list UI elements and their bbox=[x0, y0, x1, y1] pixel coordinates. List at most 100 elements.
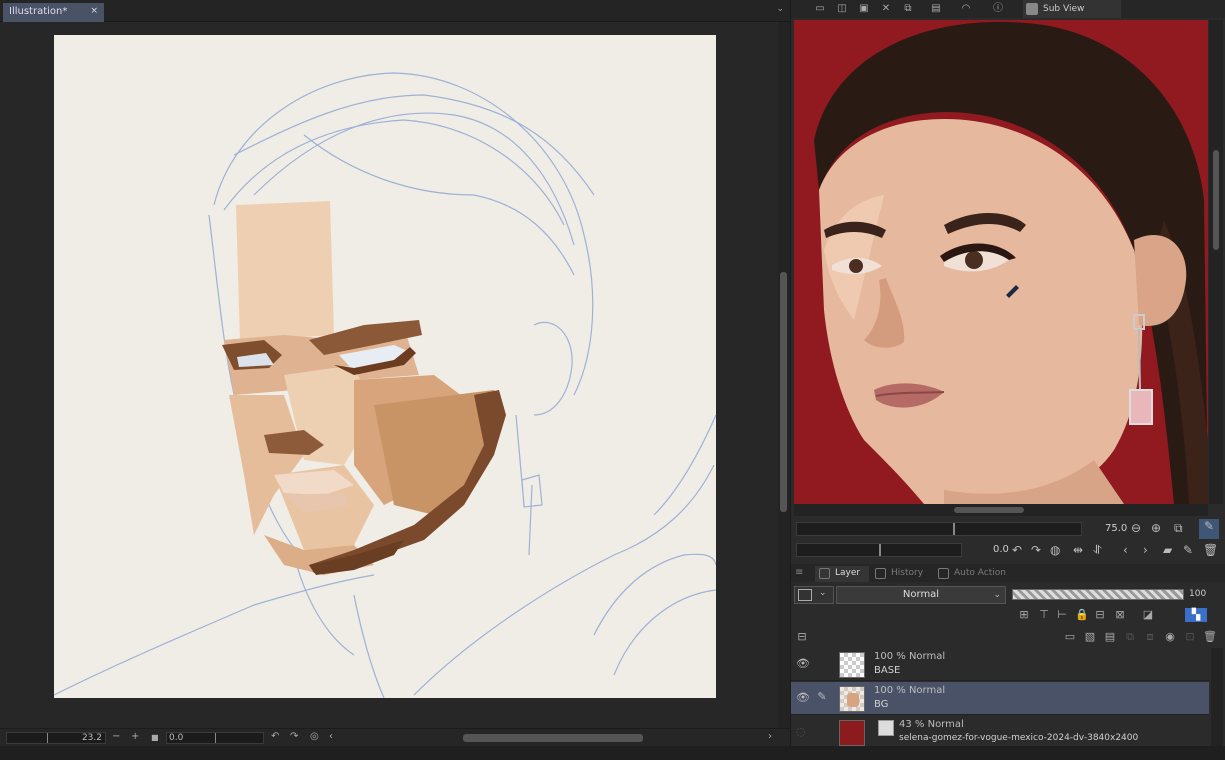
layer-mask-icon[interactable]: ◉ bbox=[1163, 630, 1177, 644]
tab-auto-action[interactable]: Auto Action bbox=[934, 566, 1014, 582]
subview-rotate-slider[interactable] bbox=[796, 543, 962, 557]
opacity-slider[interactable] bbox=[1012, 589, 1184, 600]
pen-icon[interactable]: ✎ bbox=[815, 690, 829, 704]
tab-layer[interactable]: Layer bbox=[815, 566, 869, 582]
layer-name: BG bbox=[874, 699, 889, 710]
merge-down-icon[interactable]: ⧈ bbox=[1143, 630, 1157, 644]
rotate-right-icon[interactable]: ↷ bbox=[290, 731, 298, 742]
rotate-left-icon[interactable]: ↶ bbox=[271, 731, 279, 742]
layer-row-bg[interactable]: 👁 ✎ 100 % Normal BG bbox=[791, 682, 1209, 715]
slider-knob[interactable] bbox=[879, 544, 881, 556]
reset-rotation-icon[interactable]: ◍ bbox=[1050, 543, 1060, 557]
layer-thumbnail bbox=[839, 652, 865, 678]
trash-icon[interactable]: 🗑 bbox=[1203, 543, 1218, 557]
layer-edit-slot[interactable] bbox=[815, 656, 829, 670]
layer-list: 👁 100 % Normal BASE 👁 ✎ 100 % Normal BG … bbox=[791, 648, 1225, 749]
next-image-icon[interactable]: › bbox=[1143, 543, 1148, 557]
fit-view-icon[interactable]: ⧉ bbox=[1174, 521, 1183, 536]
layer-thumbnail bbox=[839, 686, 865, 712]
zoom-in-icon[interactable]: ⊕ bbox=[1151, 521, 1161, 535]
navigator-icon[interactable]: ◠ bbox=[959, 2, 973, 16]
apply-mask-icon[interactable]: ⊡ bbox=[1183, 630, 1197, 644]
lock-transparency-icon[interactable]: ⊟ bbox=[1093, 608, 1107, 622]
rotate-right-icon[interactable]: ↷ bbox=[1031, 543, 1041, 557]
flip-icon[interactable]: ‹ bbox=[329, 731, 333, 742]
layer-row-reference[interactable]: ◌ 43 % Normal selena-gomez-for-vogue-mex… bbox=[791, 716, 1209, 749]
flip-vertical-icon[interactable]: ⥯ bbox=[1093, 543, 1102, 558]
zoom-slider[interactable]: 23.2 bbox=[6, 732, 106, 744]
tab-auto-action-label: Auto Action bbox=[954, 568, 1006, 578]
info-icon[interactable]: ⓘ bbox=[991, 2, 1005, 16]
blend-mode-select[interactable]: Normal ⌄ bbox=[836, 586, 1006, 604]
zoom-slider-knob[interactable] bbox=[47, 733, 48, 743]
layer-panel-toggle-icon[interactable]: ⊟ bbox=[795, 630, 809, 644]
canvas-viewport[interactable] bbox=[0, 22, 778, 728]
scrollbar-thumb[interactable] bbox=[780, 272, 787, 512]
subview-zoom-slider[interactable] bbox=[796, 522, 1082, 536]
tab-subview[interactable]: Sub View bbox=[1023, 0, 1121, 18]
scrollbar-thumb[interactable] bbox=[954, 507, 1024, 513]
eye-icon[interactable]: 👁 bbox=[796, 657, 810, 670]
angle-slider[interactable]: 0.0 bbox=[166, 732, 264, 744]
reference-image[interactable] bbox=[794, 20, 1208, 504]
scroll-right-icon[interactable]: › bbox=[768, 731, 772, 742]
delete-layer-icon[interactable]: 🗑 bbox=[1203, 630, 1217, 644]
canvas-vertical-scrollbar[interactable] bbox=[778, 22, 790, 730]
scrollbar-thumb[interactable] bbox=[1213, 150, 1219, 250]
draft-layer-icon[interactable]: ⊢ bbox=[1055, 608, 1069, 622]
open-image-icon[interactable]: ▭ bbox=[813, 2, 827, 16]
panel-menu-icon[interactable]: ≡ bbox=[795, 567, 803, 578]
zoom-out-icon[interactable]: ⊖ bbox=[1131, 521, 1141, 535]
delete-icon[interactable]: ✕ bbox=[879, 2, 893, 16]
thumbnail-art bbox=[847, 693, 859, 707]
zoom-out-icon[interactable]: − bbox=[112, 731, 120, 742]
eye-icon[interactable]: 👁 bbox=[796, 691, 810, 704]
layer-toolbar-secondary: ⊟ ▭ ▧ ▤ ⧉ ⧈ ◉ ⊡ 🗑 bbox=[791, 628, 1225, 648]
subview-rotate-row: 0.0 ↶ ↷ ◍ ⇹ ⥯ ‹ › ▰ ✎ 🗑 bbox=[791, 540, 1225, 562]
layer-panel-tabs: ≡ Layer History Auto Action bbox=[791, 564, 1225, 582]
save-icon[interactable]: ▣ bbox=[857, 2, 871, 16]
import-icon[interactable]: ◫ bbox=[835, 2, 849, 16]
new-raster-layer-icon[interactable]: ▭ bbox=[1063, 630, 1077, 644]
mask-icon[interactable]: ⊠ bbox=[1113, 608, 1127, 622]
tab-layer-label: Layer bbox=[835, 568, 861, 578]
edit-icon[interactable]: ✎ bbox=[1183, 543, 1193, 557]
new-vector-layer-icon[interactable]: ▧ bbox=[1083, 630, 1097, 644]
zoom-in-icon[interactable]: + bbox=[131, 731, 139, 742]
layer-color-swatch-icon[interactable]: ▚ bbox=[1185, 608, 1207, 622]
flip-horizontal-icon[interactable]: ⇹ bbox=[1073, 543, 1083, 557]
rotate-left-icon[interactable]: ↶ bbox=[1012, 543, 1022, 557]
subview-zoom-row: 75.0 ⊖ ⊕ ⧉ ✎ bbox=[791, 518, 1225, 540]
layer-color-icon[interactable]: ◪ bbox=[1141, 608, 1155, 622]
tab-history[interactable]: History bbox=[871, 566, 931, 582]
clip-icon[interactable]: ⊞ bbox=[1017, 608, 1031, 622]
display-icon[interactable]: ▤ bbox=[929, 2, 943, 16]
eyedropper-icon[interactable]: ✎ bbox=[1199, 519, 1219, 539]
eye-hidden-icon[interactable]: ◌ bbox=[796, 725, 806, 738]
document-tab[interactable]: Illustration* × bbox=[3, 3, 104, 22]
previous-image-icon[interactable]: ‹ bbox=[1123, 543, 1128, 557]
slider-knob[interactable] bbox=[953, 523, 955, 535]
reference-layer-icon[interactable]: ⊤ bbox=[1037, 608, 1051, 622]
copy-icon[interactable]: ⧉ bbox=[901, 2, 915, 16]
reference-vertical-scrollbar[interactable] bbox=[1209, 20, 1223, 504]
opacity-value: 100 bbox=[1189, 589, 1207, 599]
canvas-horizontal-scrollbar[interactable] bbox=[463, 734, 643, 742]
reference-horizontal-scrollbar[interactable] bbox=[794, 504, 1208, 516]
auto-action-icon bbox=[938, 568, 949, 579]
layer-row-base[interactable]: 👁 100 % Normal BASE bbox=[791, 648, 1209, 681]
canvas-paper[interactable] bbox=[54, 35, 716, 698]
lock-icon[interactable]: 🔒 bbox=[1075, 608, 1089, 622]
new-folder-icon[interactable]: ▤ bbox=[1103, 630, 1117, 644]
reset-rotation-icon[interactable]: ◎ bbox=[310, 731, 319, 742]
history-icon bbox=[875, 568, 886, 579]
chevron-down-icon[interactable]: ⌄ bbox=[776, 4, 784, 14]
angle-slider-knob[interactable] bbox=[215, 733, 216, 743]
layer-list-scrollbar[interactable] bbox=[1211, 648, 1223, 746]
fit-icon[interactable]: ■ bbox=[151, 733, 159, 742]
transfer-down-icon[interactable]: ⧉ bbox=[1123, 630, 1137, 644]
close-icon[interactable]: × bbox=[90, 6, 98, 16]
layer-color-button[interactable]: ⌄ bbox=[794, 586, 834, 604]
chevron-down-icon: ⌄ bbox=[993, 590, 1001, 600]
open-folder-icon[interactable]: ▰ bbox=[1163, 543, 1172, 557]
